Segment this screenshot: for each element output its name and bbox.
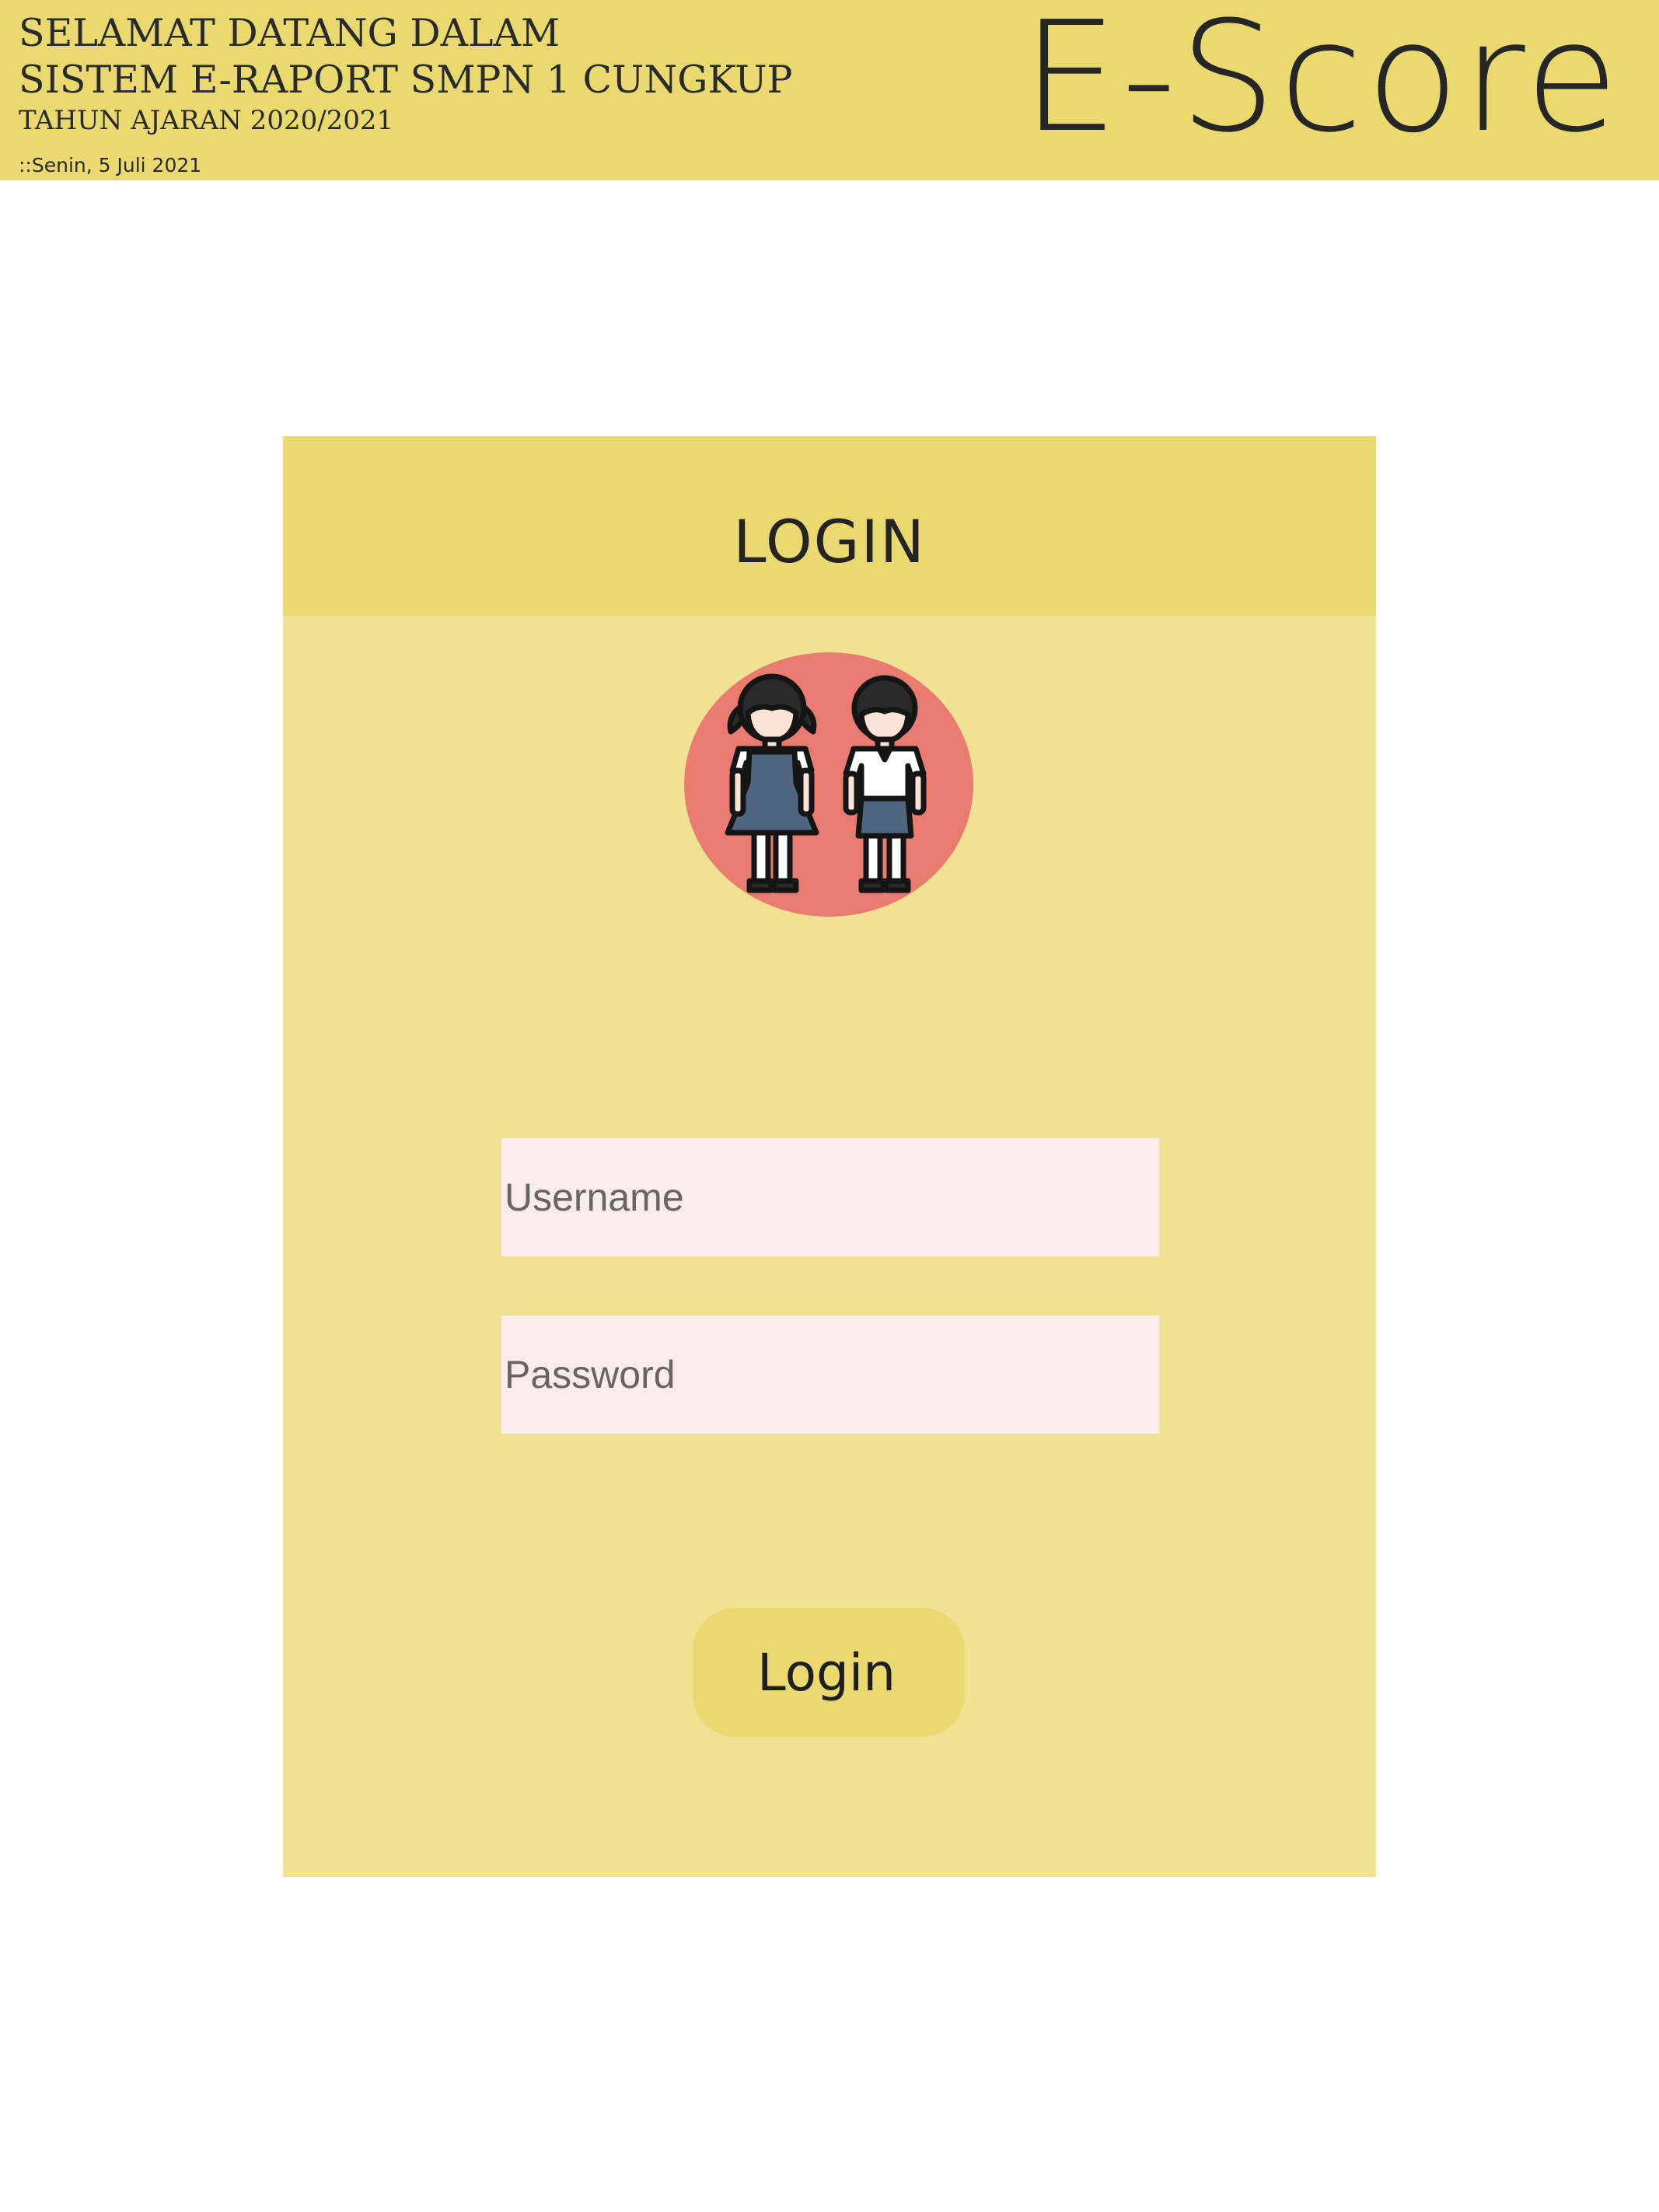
password-placeholder: Password (505, 1353, 676, 1396)
password-input[interactable]: Password (501, 1316, 1159, 1434)
current-date: ::Senin, 5 Juli 2021 (19, 154, 202, 176)
welcome-line-1: SELAMAT DATANG DALAM (19, 11, 561, 55)
brand-logo: E-Score (1022, 0, 1622, 166)
students-icon (684, 652, 973, 917)
username-placeholder: Username (505, 1176, 684, 1219)
welcome-line-2: SISTEM E-RAPORT SMPN 1 CUNGKUP (19, 58, 793, 102)
login-button-label: Login (756, 1642, 896, 1703)
login-button[interactable]: Login (693, 1608, 965, 1737)
login-card-header: LOGIN (283, 436, 1376, 616)
top-header: SELAMAT DATANG DALAM SISTEM E-RAPORT SMP… (0, 0, 1659, 180)
login-title: LOGIN (733, 507, 926, 576)
academic-year: TAHUN AJARAN 2020/2021 (19, 105, 394, 136)
username-input[interactable]: Username (501, 1138, 1159, 1256)
login-card: LOGIN Username Password Login (283, 436, 1376, 1877)
